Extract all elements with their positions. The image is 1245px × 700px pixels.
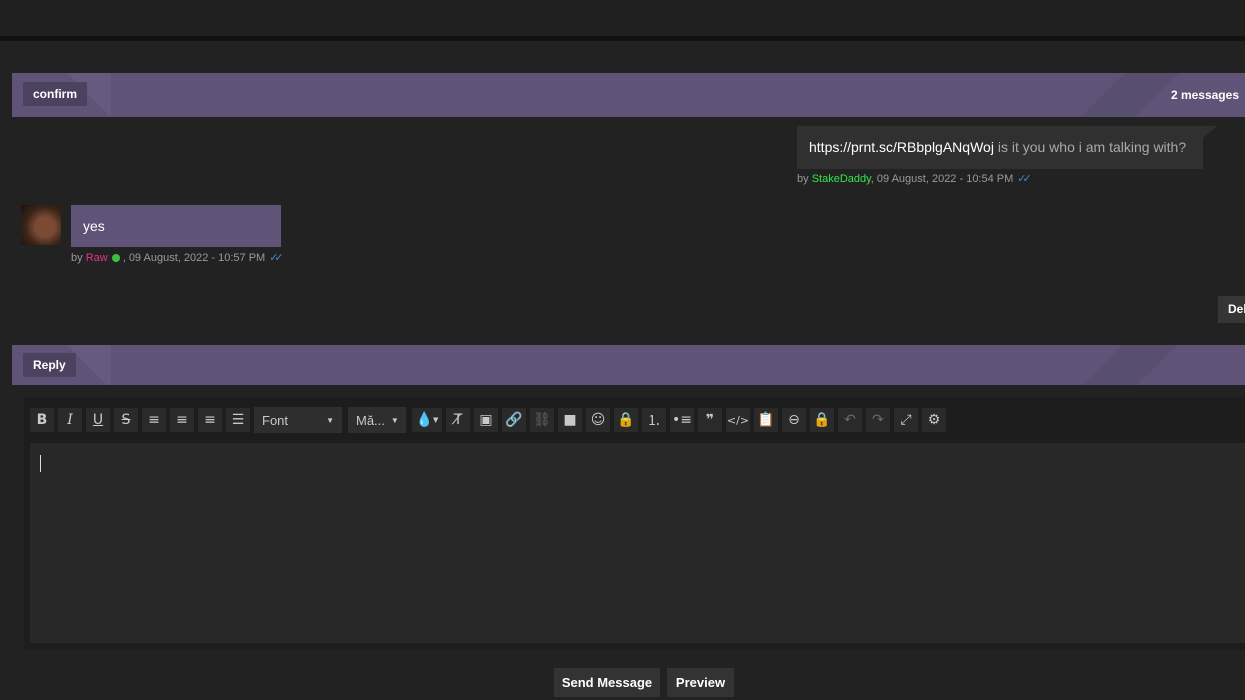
message-timestamp: , 09 August, 2022 - 10:57 PM [122, 252, 266, 264]
align-center-icon[interactable]: ≡ [170, 408, 194, 432]
code-icon[interactable]: </> [726, 408, 750, 432]
video-icon[interactable]: ■ [558, 408, 582, 432]
emoji-icon[interactable]: ☺ [586, 408, 610, 432]
message-bubble: yes [71, 205, 281, 247]
top-divider [0, 36, 1245, 41]
align-left-icon[interactable]: ≡ [142, 408, 166, 432]
author-link[interactable]: StakeDaddy [812, 173, 871, 185]
redo-icon[interactable]: ↷ [866, 408, 890, 432]
bullet-list-icon[interactable]: •≡ [670, 408, 694, 432]
quote-icon[interactable]: ❞ [698, 408, 722, 432]
undo-icon[interactable]: ↶ [838, 408, 862, 432]
image-icon[interactable]: ▣ [474, 408, 498, 432]
message-bubble: https://prnt.sc/RBbplgANqWoj is it you w… [797, 126, 1217, 169]
editor-toolbar: B I U S ≡ ≡ ≡ ☰ Font ▼ Mă... ▼ 💧 ▼ T̸ ▣ 🔗 ⛓… [30, 403, 950, 437]
message-meta: by Raw, 09 August, 2022 - 10:57 PM ✓✓ [71, 252, 284, 264]
remove-format-icon[interactable]: T̸ [446, 408, 470, 432]
settings-icon[interactable]: ⚙ [922, 408, 946, 432]
chevron-down-icon: ▼ [326, 415, 334, 425]
chevron-down-icon: ▼ [390, 415, 399, 425]
align-right-icon[interactable]: ≡ [198, 408, 222, 432]
message-meta: by StakeDaddy, 09 August, 2022 - 10:54 P… [797, 173, 1032, 185]
font-select[interactable]: Font ▼ [254, 407, 342, 433]
minus-icon[interactable]: ⊖ [782, 408, 806, 432]
avatar[interactable] [21, 205, 61, 245]
text-cursor [40, 455, 41, 472]
size-select[interactable]: Mă... ▼ [348, 407, 406, 433]
send-message-button[interactable]: Send Message [554, 668, 660, 697]
message-text: is it you who i am talking with? [993, 139, 1187, 155]
conversation-title: confirm [23, 82, 88, 106]
reply-header: Reply [12, 345, 1245, 385]
unlink-icon[interactable]: ⛓ [530, 408, 554, 432]
bold-icon[interactable]: B [30, 408, 54, 432]
message-input[interactable] [30, 443, 1245, 643]
delete-button[interactable]: Del [1218, 296, 1245, 323]
lock-icon[interactable]: 🔒 [614, 408, 638, 432]
strikethrough-icon[interactable]: S [114, 408, 138, 432]
maximize-icon[interactable]: ⤢ [894, 408, 918, 432]
top-bar [0, 0, 1245, 36]
ordered-list-icon[interactable]: ⒈ [642, 408, 666, 432]
message-count: 2 messages [1170, 88, 1239, 102]
reply-title: Reply [23, 353, 76, 377]
author-link[interactable]: Raw [86, 252, 108, 264]
lock-icon[interactable]: 🔒 [810, 408, 834, 432]
paste-icon[interactable]: 📋 [754, 408, 778, 432]
conversation-header: confirm 2 messages [12, 73, 1245, 117]
message-timestamp: , 09 August, 2022 - 10:54 PM [870, 173, 1014, 185]
message-link[interactable]: https://prnt.sc/RBbplgANqWoj [809, 139, 994, 155]
underline-icon[interactable]: U [86, 408, 110, 432]
italic-icon[interactable]: I [58, 408, 82, 432]
message-text: yes [83, 218, 105, 234]
read-receipt-icon: ✓✓ [1017, 173, 1032, 185]
preview-button[interactable]: Preview [667, 668, 734, 697]
justify-icon[interactable]: ☰ [226, 408, 250, 432]
online-status-icon [111, 254, 120, 263]
link-icon[interactable]: 🔗 [502, 408, 526, 432]
read-receipt-icon: ✓✓ [269, 252, 284, 264]
reply-editor: B I U S ≡ ≡ ≡ ☰ Font ▼ Mă... ▼ 💧 ▼ T̸ ▣ 🔗 ⛓… [24, 397, 1245, 650]
color-icon[interactable]: 💧 ▼ [412, 408, 442, 432]
